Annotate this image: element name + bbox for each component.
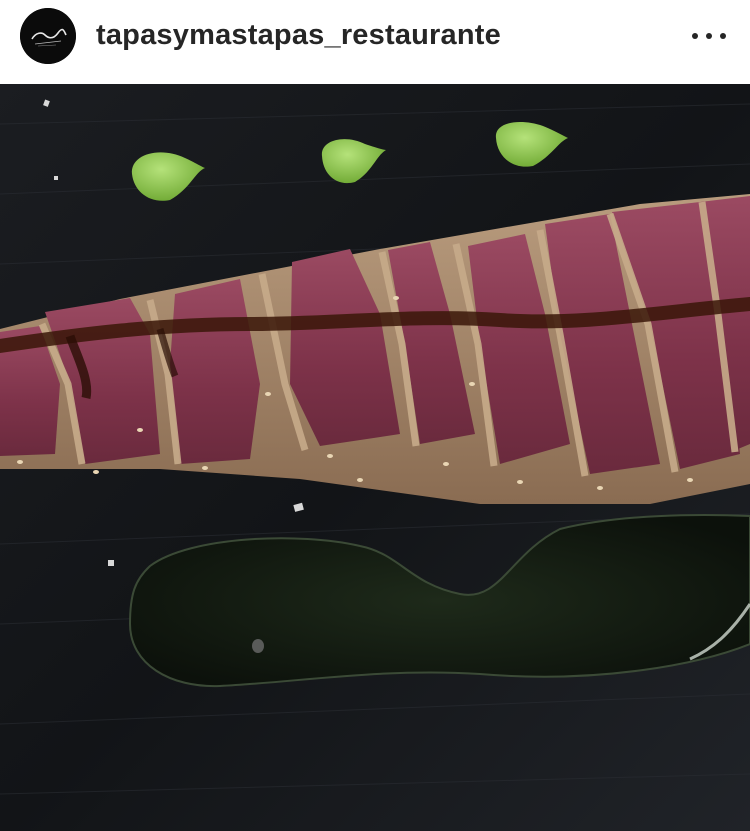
dot [706,33,712,39]
restaurant-logo [20,8,76,64]
username[interactable]: tapasymastapas_restaurante [96,17,501,53]
post-photo[interactable] [0,84,750,831]
more-horizontal-icon[interactable] [692,22,726,50]
post-header: tapasymastapas_restaurante [0,0,750,84]
dot [720,33,726,39]
dot [692,33,698,39]
avatar[interactable] [20,8,76,64]
